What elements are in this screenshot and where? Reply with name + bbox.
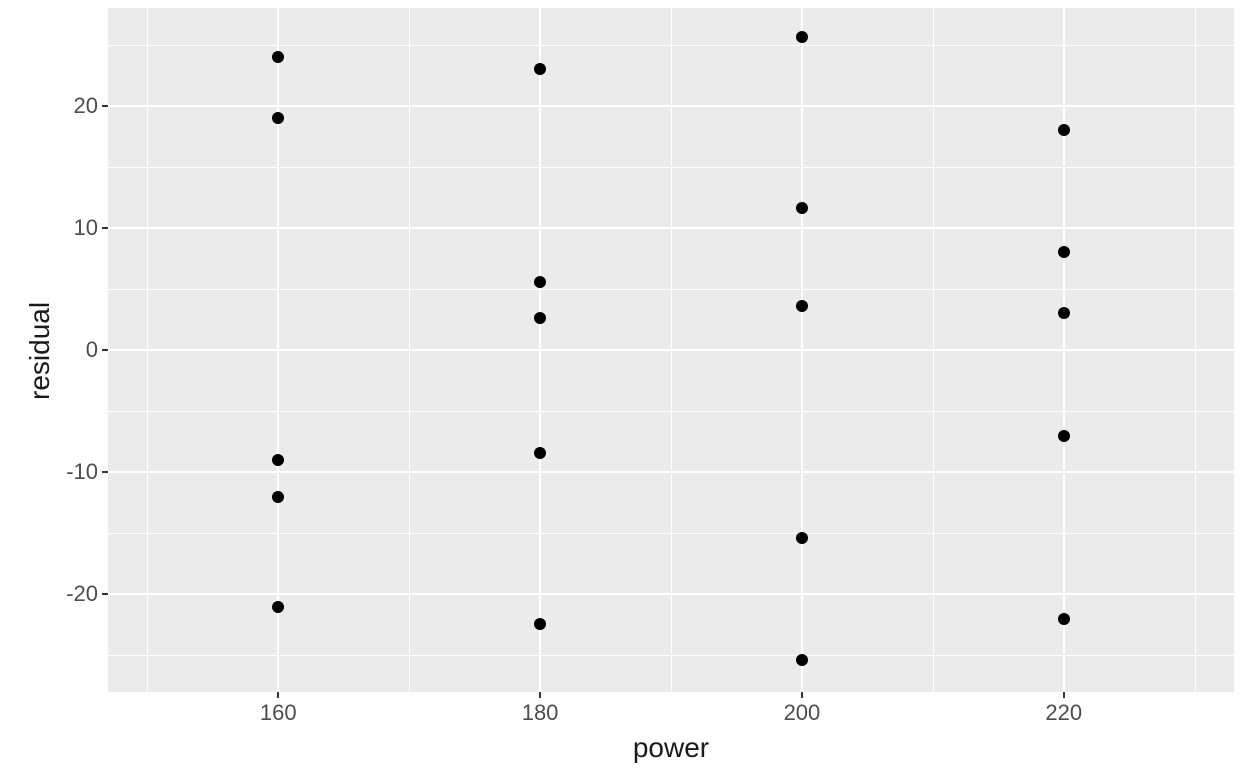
x-tick-mark <box>539 692 541 698</box>
grid-line-h <box>108 227 1234 229</box>
y-tick-mark <box>102 593 108 595</box>
grid-line-h-minor <box>108 533 1234 534</box>
grid-line-h <box>108 105 1234 107</box>
y-tick-label: 0 <box>86 337 98 363</box>
data-point <box>272 491 284 503</box>
grid-line-h-minor <box>108 289 1234 290</box>
y-tick-mark <box>102 105 108 107</box>
y-tick-label: 10 <box>74 215 98 241</box>
data-point <box>534 276 546 288</box>
x-tick-label: 220 <box>1044 700 1084 726</box>
grid-line-h <box>108 471 1234 473</box>
grid-line-h <box>108 349 1234 351</box>
x-tick-mark <box>277 692 279 698</box>
data-point <box>1058 613 1070 625</box>
data-point <box>534 618 546 630</box>
data-point <box>272 51 284 63</box>
data-point <box>1058 430 1070 442</box>
data-point <box>1058 246 1070 258</box>
y-tick-mark <box>102 471 108 473</box>
data-point <box>272 601 284 613</box>
data-point <box>796 532 808 544</box>
x-tick-mark <box>1063 692 1065 698</box>
y-tick-mark <box>102 349 108 351</box>
data-point <box>1058 124 1070 136</box>
grid-line-h-minor <box>108 45 1234 46</box>
x-tick-mark <box>801 692 803 698</box>
y-tick-mark <box>102 227 108 229</box>
grid-line-h-minor <box>108 411 1234 412</box>
grid-line-h <box>108 593 1234 595</box>
y-axis-title: residual <box>24 302 56 400</box>
x-tick-label: 180 <box>520 700 560 726</box>
x-axis-title: power <box>108 732 1234 764</box>
x-tick-label: 160 <box>258 700 298 726</box>
scatter-chart: 160 180 200 220 -20 -10 0 10 20 power residual <box>0 0 1248 768</box>
grid-line-h-minor <box>108 167 1234 168</box>
data-point <box>534 447 546 459</box>
data-point <box>796 300 808 312</box>
y-tick-label: -10 <box>66 459 98 485</box>
grid-line-h-minor <box>108 655 1234 656</box>
x-tick-label: 200 <box>782 700 822 726</box>
y-tick-label: -20 <box>66 581 98 607</box>
y-tick-label: 20 <box>74 93 98 119</box>
